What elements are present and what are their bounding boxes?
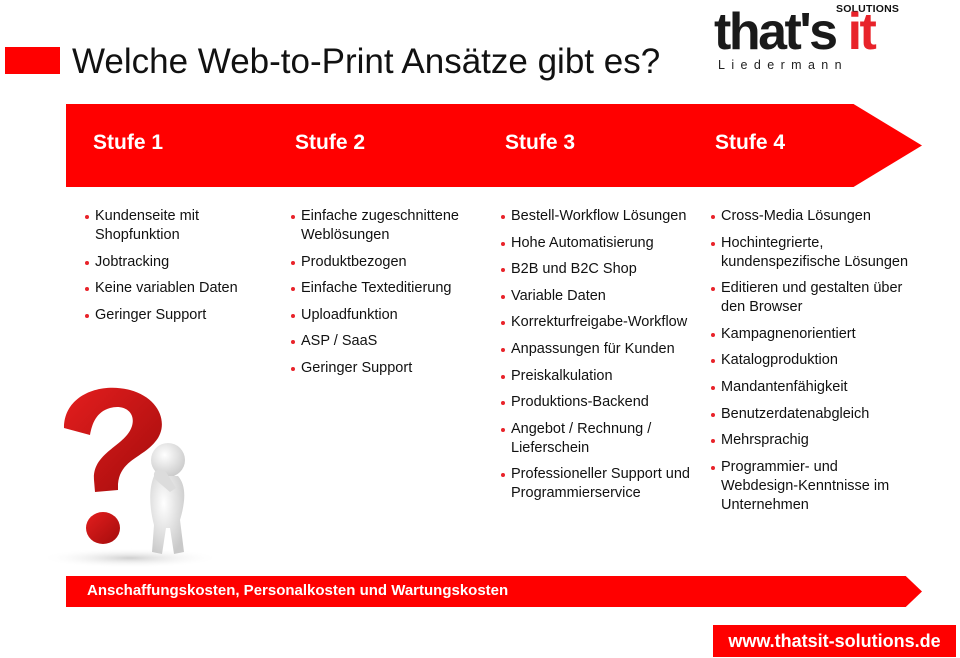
stage-4-item: Kampagnenorientiert xyxy=(710,325,910,344)
stage-4-item: Editieren und gestalten über den Browser xyxy=(710,279,910,317)
company-logo: SOLUTIONS that's it Liedermann xyxy=(712,2,899,72)
stage-2-item: ASP / SaaS xyxy=(290,332,490,351)
stage-1-list: Kundenseite mit Shopfunktion Jobtracking K… xyxy=(84,207,269,332)
stage-1-item: Geringer Support xyxy=(84,306,269,325)
stage-3-item: Produktions-Backend xyxy=(500,393,700,412)
cost-label: Anschaffungskosten, Personalkosten und W… xyxy=(87,582,509,599)
stage-4-item: Benutzerdatenabgleich xyxy=(710,405,910,424)
stage-2-item: Geringer Support xyxy=(290,359,490,378)
stage-3-item: Preiskalkulation xyxy=(500,367,700,386)
stage-3-item: Hohe Automatisierung xyxy=(500,234,700,253)
stage-3-item: Variable Daten xyxy=(500,287,700,306)
stage-2-item: Produktbezogen xyxy=(290,253,490,272)
stage-label-1: Stufe 1 xyxy=(93,131,164,154)
stage-4-item: Cross-Media Lösungen xyxy=(710,207,910,226)
logo-tagline-bottom: Liedermann xyxy=(718,58,849,72)
stage-1-item: Kundenseite mit Shopfunktion xyxy=(84,207,269,245)
stages-arrow xyxy=(66,104,922,187)
stage-4-item: Programmier- und Webdesign-Kenntnisse im… xyxy=(710,458,910,515)
stage-1-item: Jobtracking xyxy=(84,253,269,272)
stage-3-item: Anpassungen für Kunden xyxy=(500,340,700,359)
website-link[interactable]: www.thatsit-solutions.de xyxy=(713,625,956,657)
stage-4-list: Cross-Media Lösungen Hochintegrierte, kun… xyxy=(710,207,910,522)
logo-wordmark-accent: it xyxy=(847,3,877,61)
stage-4-item: Katalogproduktion xyxy=(710,351,910,370)
logo-wordmark: that's it xyxy=(714,3,877,61)
stage-3-item: Professioneller Support und Programmiers… xyxy=(500,465,700,503)
stage-3-item: Korrekturfreigabe-Workflow xyxy=(500,313,700,332)
stage-1-item: Keine variablen Daten xyxy=(84,279,269,298)
page-title: Welche Web-to-Print Ansätze gibt es? xyxy=(72,42,661,81)
stage-4-item: Mandantenfähigkeit xyxy=(710,378,910,397)
stage-3-item: Bestell-Workflow Lösungen xyxy=(500,207,700,226)
title-marker xyxy=(5,47,60,74)
stage-label-3: Stufe 3 xyxy=(505,131,576,154)
logo-wordmark-main: that's xyxy=(714,3,848,61)
stage-4-item: Hochintegrierte, kundenspezifische Lösun… xyxy=(710,234,910,272)
stage-2-item: Einfache zugeschnittene Weblösungen xyxy=(290,207,490,245)
stage-2-list: Einfache zugeschnittene Weblösungen Produ… xyxy=(290,207,490,386)
stage-2-item: Einfache Texteditierung xyxy=(290,279,490,298)
stage-label-2: Stufe 2 xyxy=(295,131,366,154)
stage-label-4: Stufe 4 xyxy=(715,131,786,154)
stage-3-item: B2B und B2C Shop xyxy=(500,260,700,279)
stage-4-item: Mehrsprachig xyxy=(710,431,910,450)
stage-3-item: Angebot / Rechnung / Lieferschein xyxy=(500,420,700,458)
question-mark-thinking-person-icon xyxy=(20,380,230,570)
stage-2-item: Uploadfunktion xyxy=(290,306,490,325)
stage-3-list: Bestell-Workflow Lösungen Hohe Automatisi… xyxy=(500,207,700,511)
